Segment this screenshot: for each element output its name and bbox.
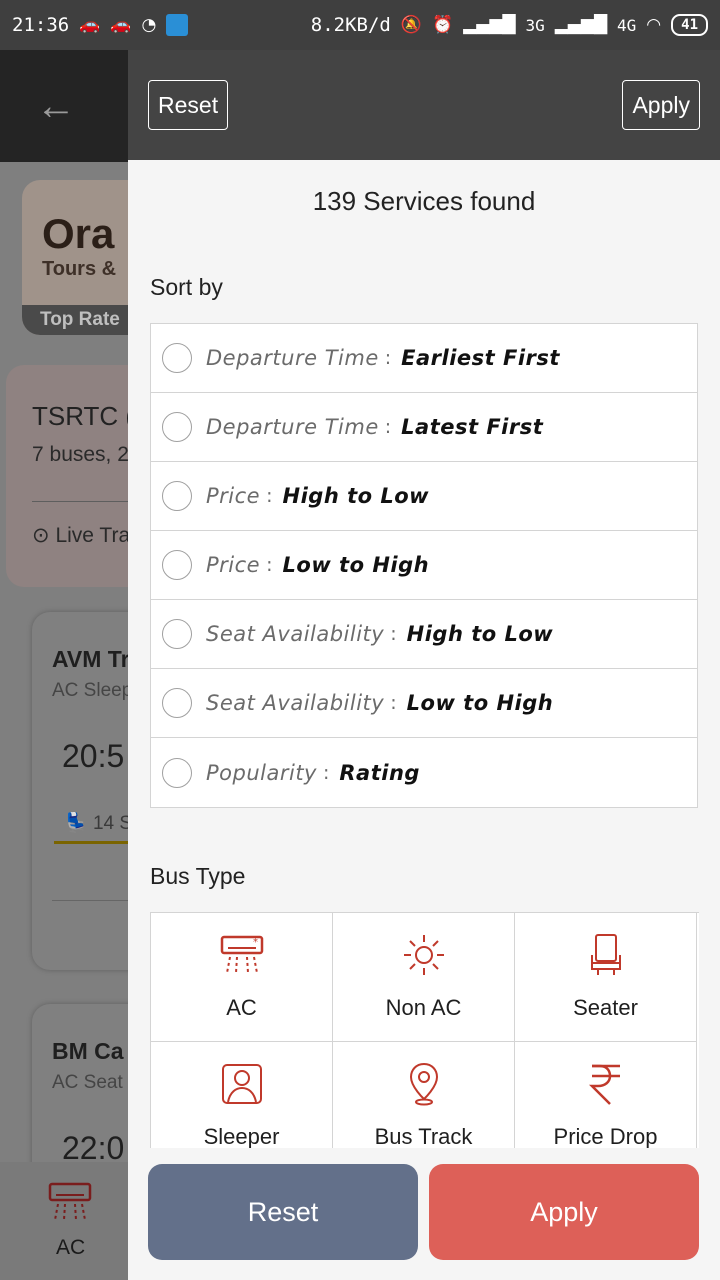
sun-icon [404,935,444,975]
services-found-count: 139 Services found [312,186,536,216]
seat-icon [591,934,621,975]
sort-option-price-high-low[interactable]: Price : High to Low [151,462,697,531]
ac-icon [48,1182,92,1221]
sort-option-seats-low-high[interactable]: Seat Availability : Low to High [151,669,697,738]
bus-type-grid: * AC Non AC Seater Sleeper Bus Track Pri… [150,912,699,1149]
separator: : [266,554,273,576]
wifi-icon: ◠ [646,15,662,35]
signal-icon: ▂▄▆█ [463,15,516,35]
sort-options-list: Departure Time : Earliest First Departur… [150,323,698,808]
status-bar: 21:36 🚗 🚗 ◔ 8.2KB/d 🔕 ⏰ ▂▄▆█ 3G ▂▄▆█ 4G … [0,0,720,50]
status-time: 21:36 [12,14,70,36]
seat-icon: 💺 [64,813,88,834]
apply-button[interactable]: Apply [429,1164,699,1260]
bottom-action-bar: Reset Apply [128,1148,720,1280]
radio-button[interactable] [162,481,192,511]
filter-drawer: Reset Apply 139 Services found Sort by D… [128,50,720,1280]
sort-option-label: Seat Availability [206,622,385,646]
seats-label: 14 S [92,813,133,834]
sort-option-value: Low to High [406,691,554,715]
sort-by-title: Sort by [150,274,223,300]
bus-type-title: Bus Type [150,863,246,889]
sort-option-value: High to Low [406,622,554,646]
operator-title: TSRTC ( [32,401,135,431]
promo-subtitle: Tours & [42,258,117,280]
operator-live-track: ⊙ Live Tra [32,523,130,548]
back-arrow-icon[interactable]: ← [36,82,76,130]
location-pin-icon [409,1062,439,1106]
svg-text:*: * [253,937,258,948]
bus-type-bus-track[interactable]: Bus Track [333,1042,515,1149]
bottom-tab-label: AC [56,1236,86,1259]
radio-button[interactable] [162,343,192,373]
bus-type-label: Price Drop [553,1124,658,1149]
sort-option-value: Latest First [401,415,544,439]
bus-type-seater[interactable]: Seater [515,913,697,1042]
bus-type-label: Sleeper [203,1124,280,1149]
bus-type-non-ac[interactable]: Non AC [333,913,515,1042]
rupee-icon [588,1064,620,1105]
alarm-icon: ⏰ [432,15,454,35]
sort-option-label: Price [206,553,261,577]
network-speed: 8.2KB/d [310,14,391,36]
sort-option-label: Price [206,484,261,508]
promo-title: Ora [42,210,115,257]
operator-buses: 7 buses, 2 [32,443,129,466]
signal-type-1: 3G [525,15,545,35]
separator: : [384,416,392,438]
bus-type-ac[interactable]: * AC [151,913,333,1042]
sort-option-value: High to Low [282,484,430,508]
sort-option-departure-earliest[interactable]: Departure Time : Earliest First [151,324,697,393]
header-reset-button[interactable]: Reset [148,80,229,130]
app-icon [166,14,189,36]
sleeper-icon [222,1064,262,1104]
sort-option-label: Seat Availability [206,691,385,715]
radio-button[interactable] [162,619,192,649]
radio-button[interactable] [162,688,192,718]
sort-option-seats-high-low[interactable]: Seat Availability : High to Low [151,600,697,669]
sort-option-popularity-rating[interactable]: Popularity : Rating [151,738,697,807]
bus-type-label: AC [226,995,257,1020]
sort-option-label: Popularity [206,760,317,785]
live-track-label: Live Tra [55,524,131,547]
battery-indicator: 41 [671,14,708,36]
ac-icon: * [220,935,264,974]
radio-button[interactable] [162,412,192,442]
notification-icon: ◔ [141,15,157,35]
header-apply-button[interactable]: Apply [622,80,700,130]
reset-button[interactable]: Reset [148,1164,418,1260]
bus-time: 20:5 [62,738,125,774]
separator: : [390,623,397,645]
sort-option-price-low-high[interactable]: Price : Low to High [151,531,697,600]
bus-type: AC Sleep [52,680,133,701]
bus-type: AC Seat [52,1072,123,1093]
bus-type-label: Seater [573,995,638,1020]
radio-button[interactable] [162,757,192,788]
separator: : [266,485,273,507]
signal-icon: ▂▄▆█ [554,15,608,35]
separator: : [384,347,392,369]
car-icon: 🚗 [110,15,132,35]
sort-option-value: Earliest First [401,346,560,370]
bus-type-price-drop[interactable]: Price Drop [515,1042,697,1149]
sort-option-departure-latest[interactable]: Departure Time : Latest First [151,393,697,462]
signal-type-2: 4G [617,15,637,35]
bus-type-sleeper[interactable]: Sleeper [151,1042,333,1149]
bus-type-label: Bus Track [374,1124,473,1149]
sort-option-value: Low to High [282,553,430,577]
mute-icon: 🔕 [400,15,422,35]
sort-option-value: Rating [339,760,420,785]
separator: : [390,692,397,714]
bus-name: AVM Tr [52,646,130,672]
bus-type-label: Non AC [385,995,462,1020]
sort-option-label: Departure Time [206,346,379,370]
car-icon: 🚗 [79,15,101,35]
drawer-header: Reset Apply [128,50,720,160]
bus-name: BM Ca [52,1038,124,1064]
location-pin-icon: ⊙ [32,524,50,547]
bottom-tab-ac[interactable]: AC [0,1162,140,1280]
radio-button[interactable] [162,550,192,580]
sort-option-label: Departure Time [206,415,379,439]
separator: : [322,761,330,784]
